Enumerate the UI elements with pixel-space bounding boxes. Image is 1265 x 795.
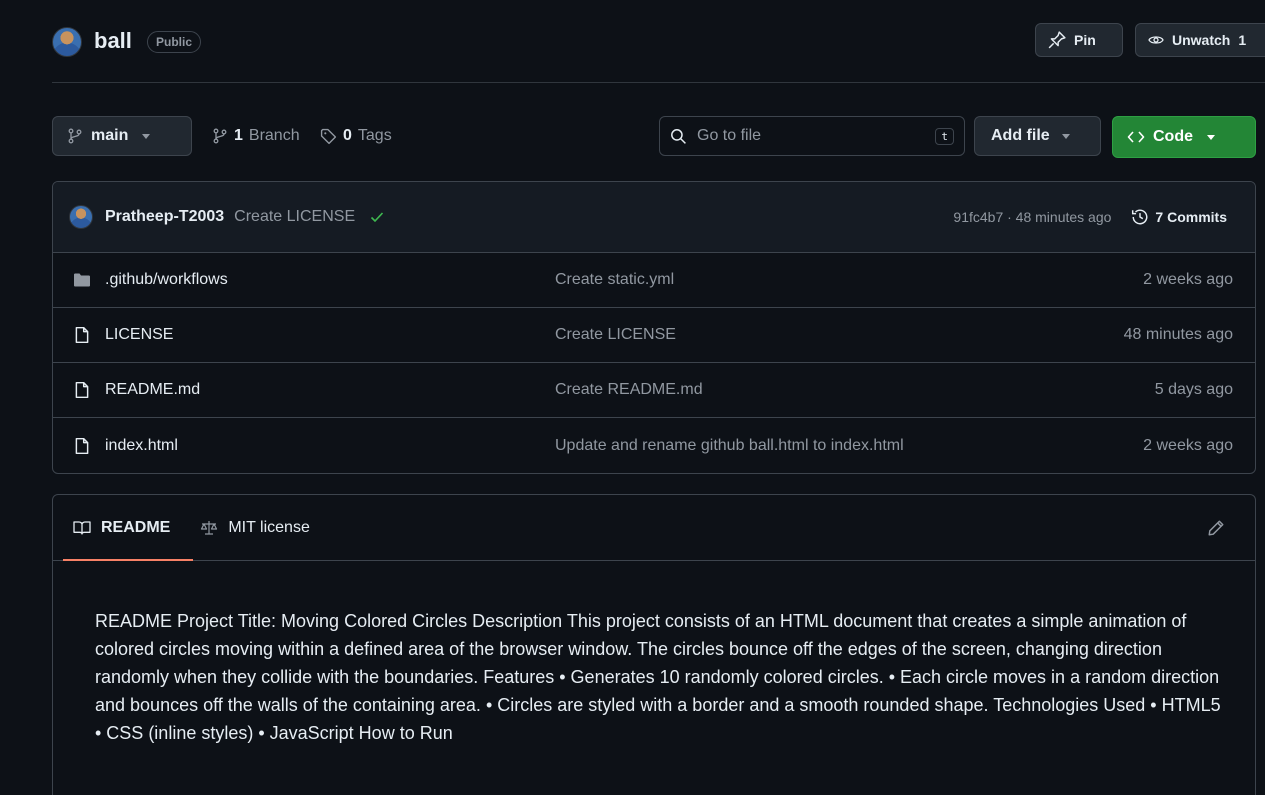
folder-icon: [73, 272, 91, 288]
file-table: Pratheep-T2003 Create LICENSE 91fc4b7 · …: [52, 181, 1256, 474]
file-name[interactable]: index.html: [105, 437, 178, 455]
tags-link[interactable]: 0 Tags: [320, 127, 392, 145]
law-icon: [200, 520, 218, 536]
commit-hash-time[interactable]: 91fc4b7 · 48 minutes ago: [953, 209, 1111, 225]
search-placeholder: Go to file: [697, 127, 762, 144]
readme-panel: README MIT license README Project Title:…: [52, 494, 1256, 795]
branch-selector[interactable]: main: [52, 116, 192, 156]
tab-license-label: MIT license: [228, 518, 310, 536]
file-time: 48 minutes ago: [1123, 326, 1233, 343]
code-icon: [1127, 129, 1145, 145]
file-name[interactable]: LICENSE: [105, 326, 173, 344]
pin-label: Pin: [1074, 32, 1096, 48]
file-name[interactable]: .github/workflows: [105, 271, 228, 289]
unwatch-button[interactable]: Unwatch 1: [1135, 23, 1265, 57]
repo-name[interactable]: ball: [94, 28, 132, 54]
file-row[interactable]: README.md Create README.md 5 days ago: [53, 363, 1255, 418]
tab-readme[interactable]: README: [73, 519, 170, 537]
file-commit-message[interactable]: Create LICENSE: [555, 326, 1124, 344]
git-branch-icon: [67, 128, 83, 144]
readme-content: README Project Title: Moving Colored Cir…: [95, 611, 1221, 743]
file-name[interactable]: README.md: [105, 381, 200, 399]
history-icon: [1131, 208, 1149, 226]
book-icon: [73, 520, 91, 536]
pin-button[interactable]: Pin: [1035, 23, 1123, 57]
file-icon: [73, 326, 91, 344]
file-icon: [73, 437, 91, 455]
check-icon: [369, 209, 385, 225]
file-commit-message[interactable]: Update and rename github ball.html to in…: [555, 437, 1143, 455]
tag-label: Tags: [357, 127, 392, 144]
chevron-down-icon: [1061, 133, 1070, 139]
edit-pencil-icon[interactable]: [1207, 519, 1225, 537]
commits-link[interactable]: 7 Commits: [1131, 208, 1227, 226]
file-row[interactable]: .github/workflows Create static.yml 2 we…: [53, 253, 1255, 308]
commit-author-avatar[interactable]: [69, 205, 93, 229]
commit-author[interactable]: Pratheep-T2003: [105, 208, 224, 226]
tag-icon: [320, 128, 337, 145]
active-tab-indicator: [63, 559, 193, 561]
branch-name: main: [91, 127, 129, 144]
tag-count: 0: [343, 127, 352, 144]
code-button[interactable]: Code: [1112, 116, 1256, 158]
code-label: Code: [1153, 128, 1193, 145]
tab-license[interactable]: MIT license: [200, 519, 310, 537]
file-commit-message[interactable]: Create static.yml: [555, 271, 1143, 289]
unwatch-label: Unwatch: [1172, 32, 1231, 48]
file-commit-message[interactable]: Create README.md: [555, 381, 1155, 399]
commits-label: 7 Commits: [1155, 209, 1227, 225]
latest-commit-bar: Pratheep-T2003 Create LICENSE 91fc4b7 · …: [53, 182, 1255, 253]
keyboard-shortcut: t: [935, 127, 954, 145]
tab-readme-label: README: [101, 518, 171, 536]
add-file-label: Add file: [991, 127, 1050, 144]
add-file-button[interactable]: Add file: [974, 116, 1101, 156]
branches-link[interactable]: 1 Branch: [212, 127, 300, 145]
git-branch-icon: [212, 128, 228, 144]
file-row[interactable]: index.html Update and rename github ball…: [53, 418, 1255, 473]
file-time: 2 weeks ago: [1143, 271, 1233, 288]
go-to-file-search[interactable]: Go to file t: [659, 116, 965, 156]
file-time: 2 weeks ago: [1143, 436, 1233, 454]
chevron-down-icon: [1207, 134, 1215, 140]
branch-label: Branch: [248, 127, 300, 144]
readme-tabs: README MIT license: [53, 495, 1255, 561]
header-divider: [52, 82, 1265, 83]
pin-icon: [1048, 31, 1066, 49]
chevron-down-icon: [142, 133, 151, 139]
file-row[interactable]: LICENSE Create LICENSE 48 minutes ago: [53, 308, 1255, 363]
watch-count: 1: [1238, 32, 1247, 48]
file-time: 5 days ago: [1154, 381, 1233, 398]
commit-message[interactable]: Create LICENSE: [234, 208, 355, 226]
visibility-badge: Public: [147, 31, 202, 53]
owner-avatar[interactable]: [52, 27, 82, 57]
eye-icon: [1148, 32, 1164, 48]
file-icon: [73, 381, 91, 399]
search-icon: [670, 128, 687, 145]
branch-count: 1: [234, 127, 243, 144]
